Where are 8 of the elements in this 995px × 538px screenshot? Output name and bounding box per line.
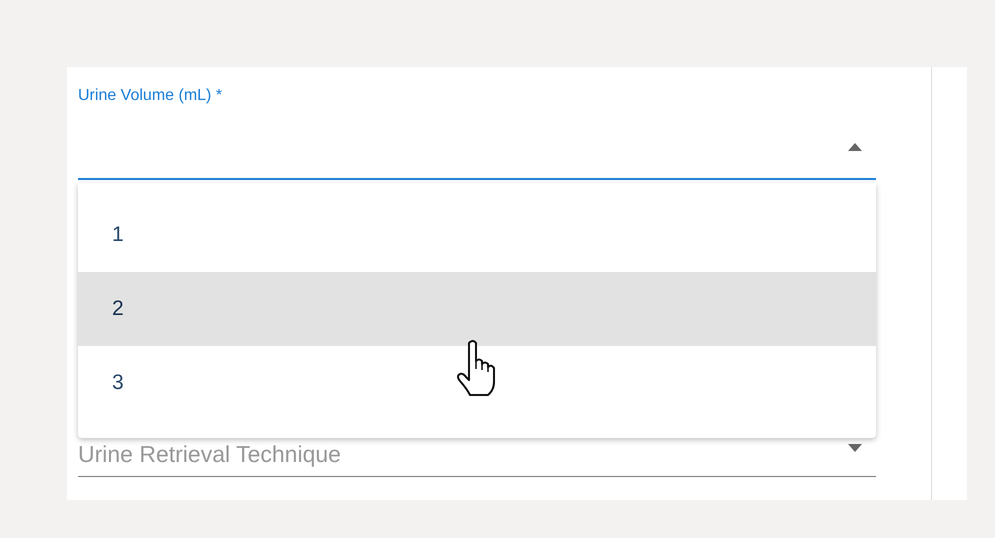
menu-option[interactable]: 2 <box>78 272 876 346</box>
caret-icon <box>848 143 862 151</box>
menu-option[interactable]: 3 <box>78 346 876 420</box>
field-label: Urine Volume (mL) * <box>78 87 222 105</box>
urine-volume-dropdown[interactable]: Urine Volume (mL) * <box>78 81 876 180</box>
field-placeholder: Urine Retrieval Technique <box>78 441 341 468</box>
caret-icon <box>848 444 862 452</box>
menu-option[interactable]: 1 <box>78 198 876 272</box>
